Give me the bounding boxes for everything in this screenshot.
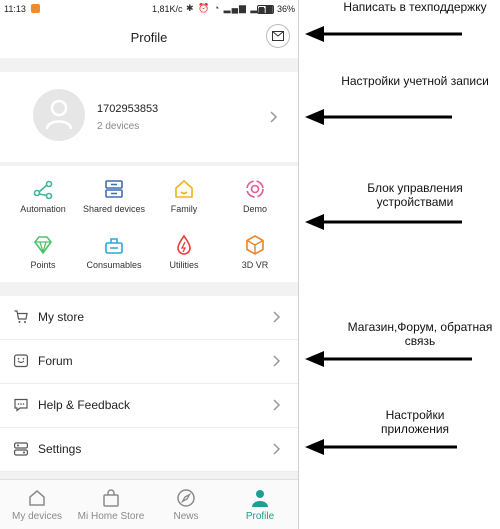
tab-mi-home-store[interactable]: Mi Home Store xyxy=(74,480,148,529)
compass-icon xyxy=(177,489,195,507)
tab-profile[interactable]: Profile xyxy=(223,480,297,529)
menu-item-label: My store xyxy=(38,310,85,324)
arrow-store xyxy=(305,351,472,367)
automation-icon xyxy=(33,180,53,200)
menu-item-label: Help & Feedback xyxy=(38,398,131,412)
bottom-tab-bar: My devices Mi Home Store News Profile xyxy=(0,479,298,529)
settings-icon xyxy=(14,442,28,456)
mail-icon xyxy=(272,31,284,41)
account-id: 1702953853 xyxy=(97,103,159,115)
mail-button[interactable] xyxy=(266,24,290,48)
account-card[interactable]: 1702953853 2 devices xyxy=(0,72,298,162)
grid-label: Points xyxy=(30,260,56,270)
network-speed: 1,81K/c xyxy=(152,4,183,14)
vr-cube-icon xyxy=(246,235,264,255)
annotation-account: Настройки учетной записи xyxy=(341,74,489,88)
phone-screen: 11:13 1,81K/c ✱ ⏰ ◔ ▂▄▆ ▂▄▆ 36% Profile … xyxy=(0,0,299,529)
grid-label: Demo xyxy=(242,204,267,214)
status-bar: 11:13 1,81K/c ✱ ⏰ ◔ ▂▄▆ ▂▄▆ 36% xyxy=(0,0,298,18)
grid-item-shared-devices[interactable]: Shared devices xyxy=(77,170,151,218)
feedback-icon xyxy=(14,398,28,412)
grid-label: Automation xyxy=(20,204,66,214)
demo-icon xyxy=(246,180,264,198)
grid-item-family[interactable]: Family xyxy=(147,170,221,218)
forum-icon xyxy=(14,354,28,368)
grid-item-utilities[interactable]: Utilities xyxy=(147,226,221,274)
tab-news[interactable]: News xyxy=(149,480,223,529)
tab-label: News xyxy=(173,511,199,522)
grid-item-demo[interactable]: Demo xyxy=(218,170,292,218)
menu-item-forum[interactable]: Forum xyxy=(0,340,298,384)
consumables-icon xyxy=(105,238,123,254)
utilities-drop-icon xyxy=(177,234,191,255)
family-house-icon xyxy=(175,179,193,198)
tab-label: My devices xyxy=(11,511,62,522)
menu-item-my-store[interactable]: My store xyxy=(0,296,298,340)
tab-label: Profile xyxy=(245,511,275,522)
annotation-support: Написать в техподдержку xyxy=(343,0,487,14)
profile-header: Profile xyxy=(0,18,298,58)
device-control-grid: Automation Shared devices Family Demo Po… xyxy=(0,166,298,282)
cart-icon xyxy=(14,310,28,323)
grid-label: Family xyxy=(170,204,198,214)
annotation-devices: Блок управления устройствами xyxy=(367,181,463,209)
grid-item-points[interactable]: Points xyxy=(6,226,80,274)
annotation-store: Магазин,Форум, обратная связь xyxy=(347,320,493,348)
account-device-count: 2 devices xyxy=(97,121,140,132)
chevron-right-icon xyxy=(273,355,281,367)
chevron-right-icon xyxy=(273,311,281,323)
grid-label: Consumables xyxy=(86,260,142,270)
arrow-account xyxy=(305,109,452,125)
chevron-right-icon xyxy=(273,399,281,411)
grid-item-automation[interactable]: Automation xyxy=(6,170,80,218)
menu-item-label: Forum xyxy=(38,354,73,368)
status-time: 11:13 xyxy=(4,4,26,14)
tab-label: Mi Home Store xyxy=(77,511,145,522)
grid-label: Utilities xyxy=(169,260,199,270)
grid-label: 3D VR xyxy=(241,260,269,270)
battery-percent: 36% xyxy=(277,4,296,14)
tab-my-devices[interactable]: My devices xyxy=(0,480,74,529)
arrow-settings xyxy=(305,439,457,455)
menu-list: My store Forum Help & Feedback Settings xyxy=(0,296,298,472)
home-icon xyxy=(29,490,45,506)
points-diamond-icon xyxy=(33,236,53,255)
avatar xyxy=(33,89,85,141)
grid-item-consumables[interactable]: Consumables xyxy=(77,226,151,274)
menu-item-settings[interactable]: Settings xyxy=(0,428,298,472)
annotation-settings: Настройки приложения xyxy=(380,408,450,436)
shared-devices-icon xyxy=(105,180,123,198)
user-avatar-icon xyxy=(45,99,73,130)
chevron-right-icon xyxy=(273,443,281,455)
grid-label: Shared devices xyxy=(82,204,146,214)
grid-item-3d-vr[interactable]: 3D VR xyxy=(218,226,292,274)
menu-item-label: Settings xyxy=(38,442,82,456)
arrow-devices xyxy=(305,214,462,230)
page-title: Profile xyxy=(130,30,168,45)
menu-item-help-feedback[interactable]: Help & Feedback xyxy=(0,384,298,428)
battery-icon xyxy=(257,5,274,14)
arrow-support xyxy=(305,26,462,42)
chevron-right-icon xyxy=(270,111,278,123)
notification-icon xyxy=(31,4,40,13)
bag-icon xyxy=(103,489,119,507)
profile-icon xyxy=(252,490,268,507)
